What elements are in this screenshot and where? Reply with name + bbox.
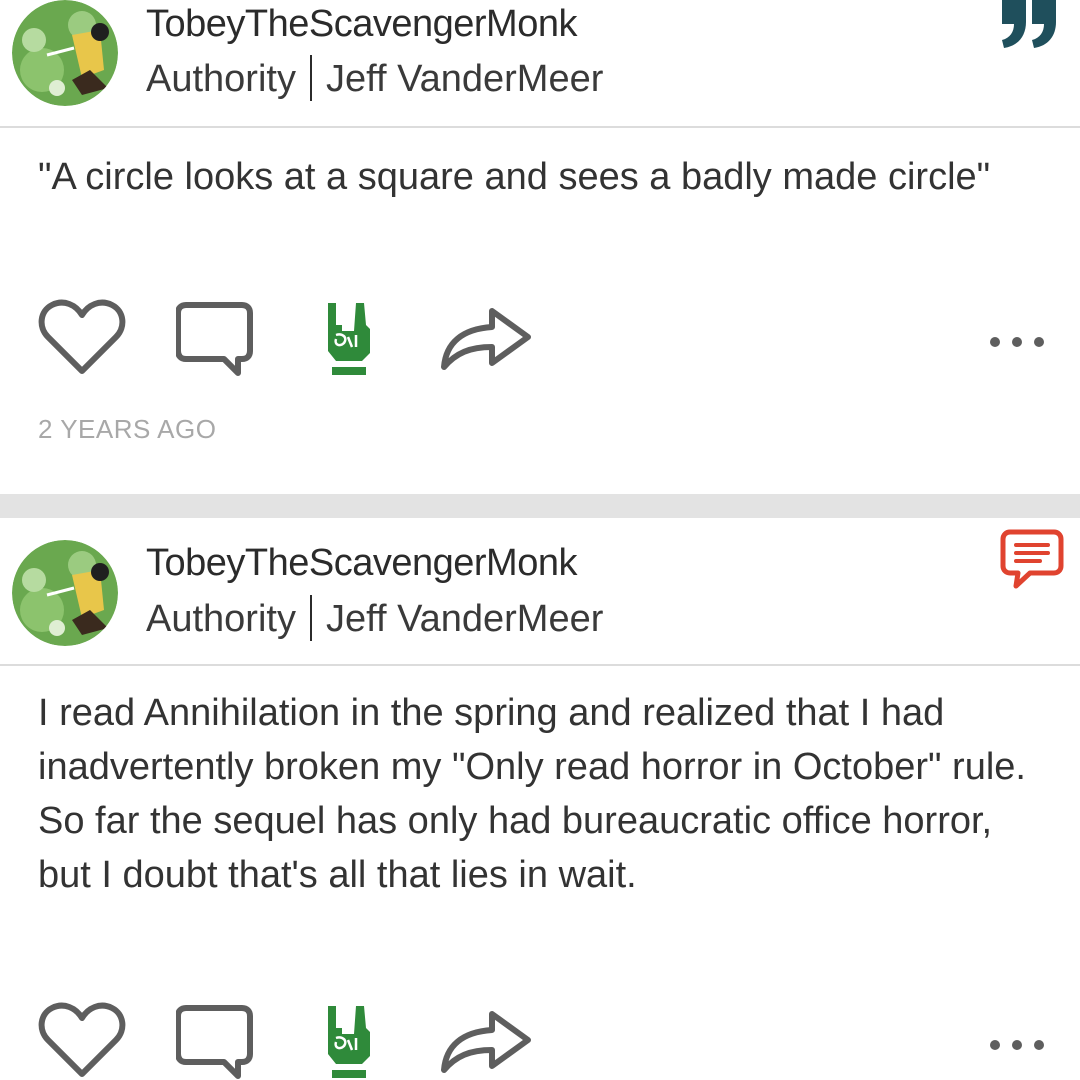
post-text: I read Annihilation in the spring and re… — [38, 692, 1026, 896]
book-info[interactable]: Authority Jeff VanderMeer — [146, 595, 603, 644]
book-author[interactable]: Jeff VanderMeer — [326, 58, 603, 100]
feed: TobeyTheScavengerMonk Authority Jeff Vand… — [0, 0, 1080, 1080]
username[interactable]: TobeyTheScavengerMonk — [146, 542, 577, 585]
post-timestamp: 2 YEARS AGO — [38, 414, 217, 444]
comment-icon[interactable] — [175, 299, 256, 384]
book-title[interactable]: Authority — [146, 58, 296, 100]
action-bar — [0, 295, 1080, 385]
heart-icon[interactable] — [38, 299, 126, 382]
more-dots-icon[interactable] — [988, 335, 1046, 354]
avatar[interactable] — [12, 0, 118, 106]
more-dots-icon[interactable] — [988, 1038, 1046, 1057]
comment-badge-icon — [1000, 528, 1064, 595]
divider — [309, 595, 312, 641]
post-card: TobeyTheScavengerMonk Authority Jeff Vand… — [0, 518, 1080, 1080]
action-bar — [0, 998, 1080, 1080]
share-arrow-icon[interactable] — [438, 303, 534, 378]
post-header: TobeyTheScavengerMonk Authority Jeff Vand… — [0, 0, 1080, 128]
username[interactable]: TobeyTheScavengerMonk — [146, 3, 577, 46]
comment-icon[interactable] — [175, 1002, 256, 1080]
book-info[interactable]: Authority Jeff VanderMeer — [146, 55, 603, 104]
post-separator — [0, 494, 1080, 518]
quote-icon — [1000, 0, 1060, 55]
book-title[interactable]: Authority — [146, 598, 296, 640]
divider — [309, 55, 312, 101]
share-arrow-icon[interactable] — [438, 1006, 534, 1080]
post-header: TobeyTheScavengerMonk Authority Jeff Vand… — [0, 518, 1080, 666]
post-card: TobeyTheScavengerMonk Authority Jeff Vand… — [0, 0, 1080, 494]
book-author[interactable]: Jeff VanderMeer — [326, 598, 603, 640]
post-text: "A circle looks at a square and sees a b… — [38, 156, 991, 198]
rock-horns-icon[interactable] — [322, 998, 376, 1080]
heart-icon[interactable] — [38, 1002, 126, 1080]
avatar[interactable] — [12, 540, 118, 646]
rock-horns-icon[interactable] — [322, 295, 376, 382]
